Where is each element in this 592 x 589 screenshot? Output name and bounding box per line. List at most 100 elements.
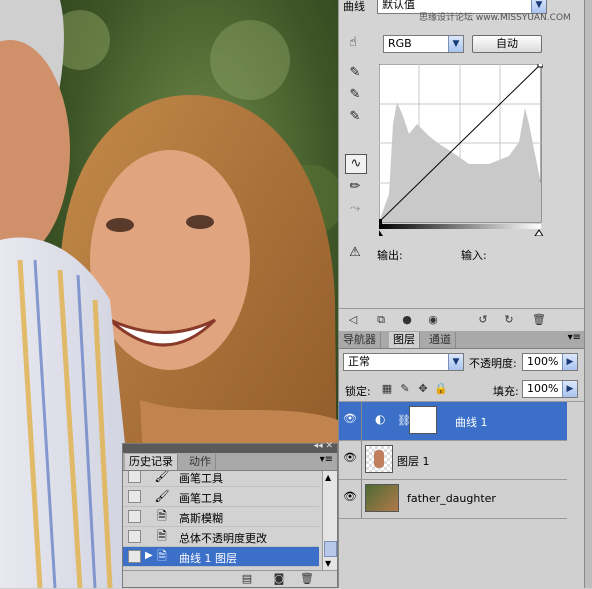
snapshot-source-checkbox[interactable]: [128, 530, 141, 543]
tab-history[interactable]: 历史记录: [125, 454, 178, 470]
trash-icon[interactable]: 🗑: [531, 313, 547, 327]
layer-list: 👁 ◐ ⛓ 曲线 1 👁 图层 1 👁 father_daughter: [339, 401, 585, 589]
visibility-icon[interactable]: ◉: [425, 313, 441, 327]
opacity-field[interactable]: 100% ▶: [522, 353, 578, 371]
document-icon: 🗎: [157, 529, 167, 543]
snapshot-source-checkbox[interactable]: [128, 510, 141, 523]
curves-panel: 曲线 默认值 ▼ 思缘设计论坛 www.MISSYUAN.COM ☝ RGB ▼…: [338, 0, 585, 331]
preset-value: 默认值: [382, 0, 415, 11]
tab-channels[interactable]: 通道: [425, 332, 456, 348]
curve-point-icon[interactable]: ∿: [345, 154, 367, 174]
curves-title: 曲线: [343, 0, 365, 13]
fill-label: 填充:: [493, 385, 519, 398]
history-panel: ◂◂ ✕ 历史记录 动作 ▾≡ 🖌 画笔工具 🖌 画笔工具 🗎 高斯模糊 🗎 总…: [122, 441, 338, 588]
fill-field[interactable]: 100% ▶: [522, 380, 578, 398]
layer-row[interactable]: 👁 图层 1: [339, 441, 567, 480]
layer-thumbnail[interactable]: [365, 445, 393, 473]
scroll-thumb[interactable]: [324, 541, 337, 557]
panel-menu-icon[interactable]: ▾≡: [320, 454, 333, 465]
brush-icon: 🖌: [154, 471, 170, 483]
clip-layer-icon[interactable]: ●: [399, 313, 415, 327]
chevron-down-icon: ▼: [448, 36, 463, 52]
lock-transparent-icon[interactable]: ▦: [379, 382, 395, 396]
history-item[interactable]: 🗎 高斯模糊: [123, 507, 319, 527]
tab-navigator[interactable]: 导航器: [339, 332, 381, 348]
channel-value: RGB: [388, 37, 412, 50]
chevron-right-icon: ▶: [562, 354, 577, 370]
history-scrollbar[interactable]: ▲ ▼: [322, 471, 337, 571]
history-state-marker-icon: ▶: [145, 550, 153, 561]
fill-value: 100%: [527, 382, 559, 395]
layer-name: 曲线 1: [455, 416, 488, 429]
channel-dropdown[interactable]: RGB ▼: [383, 35, 464, 53]
smooth-icon[interactable]: ⤳: [345, 200, 365, 218]
layer-row[interactable]: 👁 father_daughter: [339, 480, 567, 519]
document-icon: 🗎: [157, 549, 167, 563]
history-item[interactable]: 🗎 总体不透明度更改: [123, 527, 319, 547]
output-label: 输出:: [377, 249, 403, 262]
history-item[interactable]: 🖌 画笔工具: [123, 471, 319, 487]
eye-icon[interactable]: 👁: [343, 491, 357, 503]
lock-all-icon[interactable]: 🔒: [433, 382, 449, 396]
black-point-slider[interactable]: [379, 230, 383, 236]
lock-move-icon[interactable]: ✥: [415, 382, 431, 396]
black-eyedropper-icon[interactable]: ✎: [345, 64, 365, 82]
input-label: 输入:: [461, 249, 487, 262]
curves-footer: ◁ ⧉ ● ◉ ↺ ↻ 🗑: [339, 308, 585, 331]
layer-name: 图层 1: [397, 455, 430, 468]
layers-tab-bar: 导航器 图层 通道 ▾≡: [339, 331, 585, 349]
lock-brush-icon[interactable]: ✎: [397, 382, 413, 396]
snapshot-camera-icon[interactable]: ◙: [271, 572, 287, 586]
adjustment-curves-icon: ◐: [375, 412, 386, 426]
layers-panel: 导航器 图层 通道 ▾≡ 正常 ▼ 不透明度: 100% ▶ 锁定: ▦ ✎ ✥…: [338, 331, 585, 588]
layer-mask-thumbnail[interactable]: [409, 406, 437, 434]
view-previous-icon[interactable]: ↺: [475, 313, 491, 327]
history-item-label: 画笔工具: [179, 472, 223, 485]
history-item[interactable]: ▶ 🗎 曲线 1 图层: [123, 547, 319, 567]
hand-adjust-icon[interactable]: ☝: [343, 34, 363, 52]
eye-icon[interactable]: 👁: [343, 413, 357, 425]
snapshot-source-checkbox[interactable]: [128, 550, 141, 563]
lock-label: 锁定:: [345, 385, 371, 398]
chevron-down-icon: ▼: [448, 354, 463, 370]
history-item-label: 画笔工具: [179, 492, 223, 505]
layer-row[interactable]: 👁 ◐ ⛓ 曲线 1: [339, 402, 567, 441]
watermark: 思缘设计论坛 www.MISSYUAN.COM: [419, 13, 571, 23]
pencil-icon[interactable]: ✏: [345, 178, 365, 196]
white-point-slider[interactable]: [534, 229, 543, 236]
history-item-label: 总体不透明度更改: [179, 532, 267, 545]
reset-icon[interactable]: ↻: [501, 313, 517, 327]
layer-name: father_daughter: [407, 492, 496, 505]
eye-icon[interactable]: 👁: [343, 452, 357, 464]
history-tab-bar: 历史记录 动作 ▾≡: [123, 453, 337, 471]
brush-icon: 🖌: [154, 489, 170, 503]
snapshot-source-checkbox[interactable]: [128, 471, 141, 483]
expand-view-icon[interactable]: ⧉: [373, 313, 389, 327]
right-scrollbar[interactable]: [584, 0, 592, 588]
curve-graph[interactable]: [379, 64, 543, 236]
snapshot-source-checkbox[interactable]: [128, 490, 141, 503]
scroll-up-icon[interactable]: ▲: [325, 473, 331, 482]
document-icon: 🗎: [157, 509, 167, 523]
back-arrow-icon[interactable]: ◁: [345, 313, 361, 327]
history-item-label: 曲线 1 图层: [179, 552, 237, 565]
gray-eyedropper-icon[interactable]: ✎: [345, 86, 365, 104]
new-document-icon[interactable]: ▤: [239, 572, 255, 586]
collapse-icon[interactable]: ◂◂ ✕: [314, 441, 333, 451]
tab-actions[interactable]: 动作: [185, 454, 216, 470]
history-footer: ▤ ◙ 🗑: [123, 570, 337, 587]
layer-thumbnail[interactable]: [365, 484, 399, 512]
history-title-bar[interactable]: ◂◂ ✕: [123, 441, 337, 453]
clipping-warning-icon[interactable]: ⚠: [345, 244, 365, 262]
auto-button[interactable]: 自动: [472, 35, 542, 53]
white-eyedropper-icon[interactable]: ✎: [345, 108, 365, 126]
blend-mode-value: 正常: [348, 355, 370, 368]
opacity-value: 100%: [527, 355, 559, 368]
scroll-down-icon[interactable]: ▼: [325, 559, 331, 568]
tab-layers[interactable]: 图层: [389, 332, 420, 348]
panel-menu-icon[interactable]: ▾≡: [568, 332, 581, 343]
trash-icon[interactable]: 🗑: [299, 572, 315, 586]
history-item[interactable]: 🖌 画笔工具: [123, 487, 319, 507]
history-list: 🖌 画笔工具 🖌 画笔工具 🗎 高斯模糊 🗎 总体不透明度更改 ▶ 🗎 曲线 1…: [123, 471, 321, 571]
blend-mode-dropdown[interactable]: 正常 ▼: [343, 353, 464, 371]
